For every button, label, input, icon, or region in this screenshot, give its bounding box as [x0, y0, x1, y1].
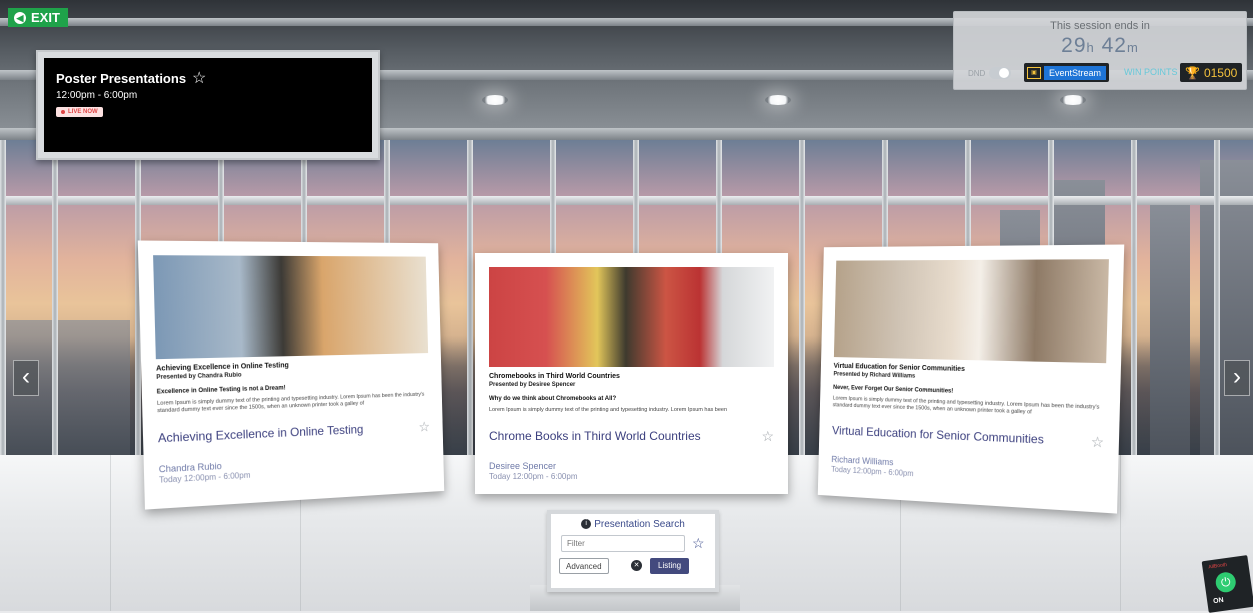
floor-seam — [110, 455, 111, 611]
card-title-row: Virtual Education for Senior Communities… — [832, 422, 1104, 451]
power-state: ON — [1213, 597, 1224, 605]
session-panel: This session ends in 29h 42m DND ▣ Event… — [953, 11, 1247, 90]
ceiling-light — [765, 95, 791, 105]
card-title: Achieving Excellence in Online Testing — [158, 423, 364, 446]
ceiling-light — [482, 95, 508, 105]
countdown-hours: 29 — [1061, 34, 1086, 57]
dnd-toggle[interactable] — [989, 67, 1011, 79]
live-badge: LIVE NOW — [56, 107, 103, 117]
win-points-value: 01500 — [1204, 66, 1237, 80]
floor-seam — [1120, 455, 1121, 611]
live-label: LIVE NOW — [68, 109, 98, 115]
next-arrow-button[interactable]: › — [1224, 360, 1250, 396]
listing-button[interactable]: Listing — [650, 558, 689, 574]
win-points-label: WIN POINTS — [1124, 67, 1178, 77]
session-ends-label: This session ends in — [954, 20, 1246, 32]
exit-label: EXIT — [31, 10, 60, 25]
sign-title: Poster Presentations — [56, 71, 186, 86]
minutes-unit: m — [1127, 40, 1139, 55]
card-title: Virtual Education for Senior Communities — [832, 424, 1044, 447]
favorite-star-icon[interactable]: ☆ — [1091, 433, 1105, 451]
back-arrow-icon: ◀ — [14, 12, 26, 24]
window-frame — [467, 140, 473, 455]
favorites-star-icon[interactable]: ☆ — [692, 535, 705, 552]
favorite-star-icon[interactable]: ☆ — [192, 68, 206, 88]
eventstream-icon: ▣ — [1027, 67, 1041, 79]
ceiling-light — [1060, 95, 1086, 105]
eventstream-label: EventStream — [1044, 66, 1106, 80]
poster-card[interactable]: Chromebooks in Third World Countries Pre… — [475, 253, 788, 494]
poster-body: Lorem Ipsum is simply dummy text of the … — [833, 396, 1105, 419]
countdown-minutes: 42 — [1102, 34, 1127, 57]
sign-title-row: Poster Presentations ☆ — [56, 68, 360, 88]
card-title-row: Achieving Excellence in Online Testing ☆ — [158, 418, 430, 447]
card-presenter: Desiree Spencer — [489, 461, 774, 471]
win-points-badge[interactable]: 🏆 01500 — [1180, 63, 1242, 82]
sign-time: 12:00pm - 6:00pm — [56, 90, 360, 101]
search-title: Presentation Search — [594, 519, 685, 530]
prev-arrow-button[interactable]: ‹ — [13, 360, 39, 396]
dnd-label: DND — [968, 69, 985, 78]
poster-photo — [489, 267, 774, 367]
window-frame — [0, 196, 1253, 205]
skyline-building — [1150, 200, 1190, 455]
card-time: Today 12:00pm - 6:00pm — [489, 472, 774, 481]
window-frame — [0, 140, 6, 455]
poster-heading: Why do we think about Chromebooks at All… — [489, 396, 774, 402]
power-brand: AllBooth — [1208, 562, 1227, 571]
poster-title: Chromebooks in Third World Countries — [489, 373, 774, 380]
favorite-star-icon[interactable]: ☆ — [418, 418, 430, 435]
filter-input[interactable] — [561, 535, 685, 552]
poster-photo — [834, 259, 1109, 363]
search-title-row: i Presentation Search — [551, 519, 715, 530]
session-countdown: 29h 42m — [954, 34, 1246, 58]
info-icon: i — [581, 519, 591, 529]
eventstream-button[interactable]: ▣ EventStream — [1024, 63, 1109, 82]
toggle-knob — [999, 68, 1009, 78]
poster-photo — [153, 255, 428, 359]
window-frame — [1131, 140, 1137, 455]
sign-screen: Poster Presentations ☆ 12:00pm - 6:00pm … — [44, 58, 372, 152]
presentation-search-panel: iPresentation Search ☆ Advanced ✕ Listin… — [547, 510, 719, 592]
power-switch[interactable]: AllBooth ⏻ ON — [1202, 555, 1253, 613]
card-title-row: Chrome Books in Third World Countries ☆ — [489, 428, 774, 445]
poster-body: Lorem Ipsum is simply dummy text of the … — [157, 392, 429, 415]
window-frame — [52, 140, 58, 455]
favorite-star-icon[interactable]: ☆ — [761, 428, 774, 445]
poster-card[interactable]: Virtual Education for Senior Communities… — [818, 244, 1124, 513]
live-dot-icon — [61, 110, 65, 114]
advanced-button[interactable]: Advanced — [559, 558, 609, 574]
hours-unit: h — [1087, 40, 1095, 55]
power-icon: ⏻ — [1214, 571, 1237, 594]
session-sign: Poster Presentations ☆ 12:00pm - 6:00pm … — [36, 50, 380, 160]
poster-card[interactable]: Achieving Excellence in Online Testing P… — [138, 240, 444, 509]
poster-body: Lorem Ipsum is simply dummy text of the … — [489, 407, 774, 414]
window-frame — [1214, 140, 1220, 455]
trophy-icon: 🏆 — [1185, 66, 1200, 80]
clear-icon[interactable]: ✕ — [631, 560, 642, 571]
exit-button[interactable]: ◀ EXIT — [8, 8, 68, 27]
poster-presenter: Presented by Desiree Spencer — [489, 382, 774, 388]
window-frame — [799, 140, 805, 455]
card-title: Chrome Books in Third World Countries — [489, 429, 701, 443]
dnd-control: DND — [968, 67, 1011, 79]
